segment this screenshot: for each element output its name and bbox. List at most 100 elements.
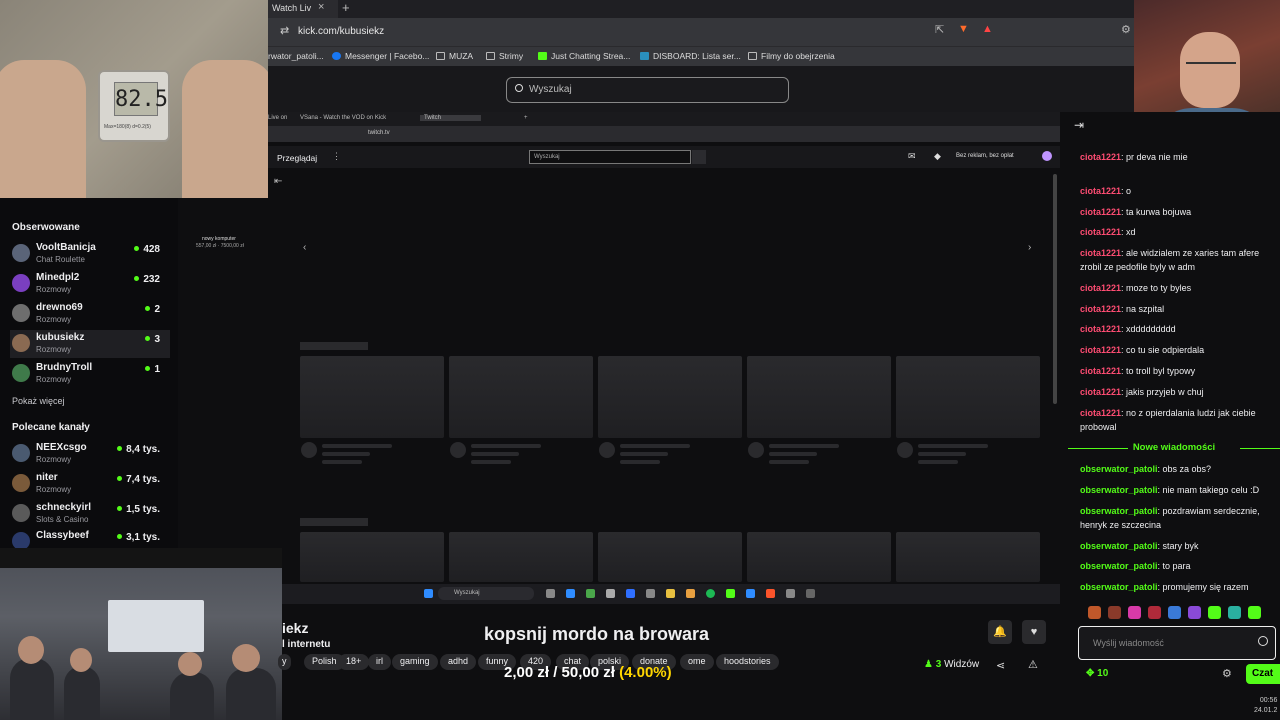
new-tab-icon[interactable]: + <box>342 0 350 15</box>
site-info-icon[interactable]: ⇄ <box>280 24 289 37</box>
address-bar[interactable]: ⇄ kick.com/kubusiekz ⇱ ▼ ▲ ⚙ <box>268 18 1134 46</box>
twitch-search-input[interactable]: Wyszukaj <box>529 150 691 164</box>
stream-card-placeholder[interactable] <box>300 532 444 582</box>
stream-tag[interactable]: adhd <box>440 654 477 670</box>
twitch-search-button[interactable] <box>692 150 706 164</box>
channel-points[interactable]: ✥ 10 <box>1086 668 1108 679</box>
bits-icon[interactable]: ◆ <box>934 151 941 162</box>
stream-tag[interactable]: y <box>278 654 291 670</box>
stream-card-placeholder[interactable] <box>896 356 1040 438</box>
ads-free-button[interactable]: Bez reklam, bez opłat <box>956 153 1014 159</box>
bookmark-item[interactable]: DISBOARD: Lista ser... <box>640 51 741 61</box>
chat-input[interactable]: Wyślij wiadomość <box>1078 626 1276 660</box>
stream-card-placeholder[interactable] <box>300 356 444 438</box>
stream-tag[interactable]: ome <box>680 654 714 670</box>
emote-icon[interactable] <box>1228 606 1241 619</box>
browser-tab[interactable]: Watch Liv <box>268 0 338 18</box>
extensions-icon[interactable]: ⚙ <box>1121 23 1131 36</box>
sidebar-channel[interactable]: schneckyirl Slots & Casino 1,5 tys. <box>10 500 170 528</box>
stream-tag[interactable]: gaming <box>392 654 438 670</box>
bookmark-folder[interactable]: Filmy do obejrzenia <box>748 51 835 61</box>
stream-card-placeholder[interactable] <box>747 532 891 582</box>
url-text[interactable]: kick.com/kubusiekz <box>298 26 384 37</box>
share-icon[interactable]: ⇱ <box>935 23 944 36</box>
bookmark-item[interactable]: rwator_patoli... <box>268 51 324 61</box>
new-tab-icon[interactable]: + <box>524 115 528 121</box>
inbox-icon[interactable]: ✉ <box>908 151 916 162</box>
stream-tag[interactable]: 18+ <box>338 654 370 670</box>
twitch-tab-active[interactable]: Twitch <box>420 115 482 121</box>
twitch-avatar[interactable] <box>1042 151 1052 161</box>
sidebar-channel[interactable]: niter Rozmowy 7,4 tys. <box>10 470 170 498</box>
notification-bell-button[interactable]: 🔔 <box>988 620 1012 644</box>
taskbar-search[interactable]: Wyszukaj <box>438 587 534 600</box>
twitch-address-bar[interactable]: twitch.tv <box>268 126 1060 142</box>
brave-shield-icon[interactable]: ▼ <box>958 23 969 35</box>
app-icon[interactable] <box>786 589 795 598</box>
app-icon[interactable] <box>646 589 655 598</box>
emoji-picker-icon[interactable] <box>1258 636 1268 646</box>
stream-card-placeholder[interactable] <box>598 532 742 582</box>
app-icon[interactable] <box>586 589 595 598</box>
report-icon[interactable]: ⚠ <box>1028 658 1038 671</box>
bookmark-folder[interactable]: MUZA <box>436 51 473 61</box>
stream-tag[interactable]: irl <box>368 654 391 670</box>
stream-category[interactable]: l internetu <box>282 639 330 650</box>
emote-icon[interactable] <box>1148 606 1161 619</box>
emote-icon[interactable] <box>1108 606 1121 619</box>
brave-icon[interactable] <box>766 589 775 598</box>
stream-tag[interactable]: hoodstories <box>716 654 779 670</box>
more-icon[interactable]: ⋮ <box>332 151 341 162</box>
emote-icon[interactable] <box>1208 606 1221 619</box>
app-icon[interactable] <box>806 589 815 598</box>
bookmark-item[interactable]: Messenger | Facebo... <box>332 51 429 61</box>
stream-card-placeholder[interactable] <box>598 356 742 438</box>
chat-send-button[interactable]: Czat <box>1246 664 1280 684</box>
stream-card-placeholder[interactable] <box>747 356 891 438</box>
twitch-tab[interactable]: Live on <box>268 115 287 121</box>
emote-icon[interactable] <box>1188 606 1201 619</box>
twitch-tab[interactable]: VSana - Watch the VOD on Kick <box>300 115 386 121</box>
collapse-chat-icon[interactable]: ⇥ <box>1074 118 1084 132</box>
chevron-left-icon[interactable]: ‹ <box>303 242 306 253</box>
close-tab-icon[interactable]: × <box>318 1 324 13</box>
sidebar-channel[interactable]: drewno69 Rozmowy 2 <box>10 300 170 328</box>
app-icon[interactable] <box>626 589 635 598</box>
bookmark-item[interactable]: Just Chatting Strea... <box>538 51 630 61</box>
sidebar-channel[interactable]: NEEXcsgo Rozmowy 8,4 tys. <box>10 440 170 468</box>
channel-name[interactable]: iekz <box>282 620 308 636</box>
browse-link[interactable]: Przeglądaj <box>277 153 317 163</box>
sidebar-channel[interactable]: Minedpl2 Rozmowy 232 <box>10 270 170 298</box>
sidebar-channel[interactable]: VooltBanicja Chat Roulette 428 <box>10 240 170 268</box>
follow-heart-button[interactable]: ♥ <box>1022 620 1046 644</box>
new-messages-divider[interactable]: Nowe wiadomości <box>1068 442 1280 456</box>
chevron-right-icon[interactable]: › <box>1028 242 1031 253</box>
app-icon[interactable] <box>726 589 735 598</box>
app-icon[interactable] <box>606 589 615 598</box>
emote-icon[interactable] <box>1128 606 1141 619</box>
stream-card-placeholder[interactable] <box>896 532 1040 582</box>
start-icon[interactable] <box>424 589 433 598</box>
sidebar-channel[interactable]: BrudnyTroll Rozmowy 1 <box>10 360 170 388</box>
spotify-icon[interactable] <box>706 589 715 598</box>
emote-icon[interactable] <box>1168 606 1181 619</box>
bookmark-folder[interactable]: Strimy <box>486 51 523 61</box>
app-icon[interactable] <box>686 589 695 598</box>
stream-video[interactable]: Live on VSana - Watch the VOD on Kick Tw… <box>196 112 1060 604</box>
emote-icon[interactable] <box>1248 606 1261 619</box>
folder-app-icon[interactable] <box>666 589 675 598</box>
scrollbar[interactable] <box>1053 174 1057 404</box>
share-icon[interactable]: ⋖ <box>996 659 1005 672</box>
app-icon[interactable] <box>566 589 575 598</box>
chat-settings-icon[interactable]: ⚙ <box>1222 667 1232 680</box>
kick-search-input[interactable]: Wyszukaj <box>506 77 789 103</box>
emote-icon[interactable] <box>1088 606 1101 619</box>
rewards-icon[interactable]: ▲ <box>982 23 993 35</box>
taskview-icon[interactable] <box>546 589 555 598</box>
sidebar-channel-active[interactable]: kubusiekz Rozmowy 3 <box>10 330 170 358</box>
show-more-link[interactable]: Pokaż więcej <box>12 396 65 406</box>
stream-card-placeholder[interactable] <box>449 532 593 582</box>
app-icon[interactable] <box>746 589 755 598</box>
stream-card-placeholder[interactable] <box>449 356 593 438</box>
collapse-icon[interactable]: ⇤ <box>274 176 282 187</box>
